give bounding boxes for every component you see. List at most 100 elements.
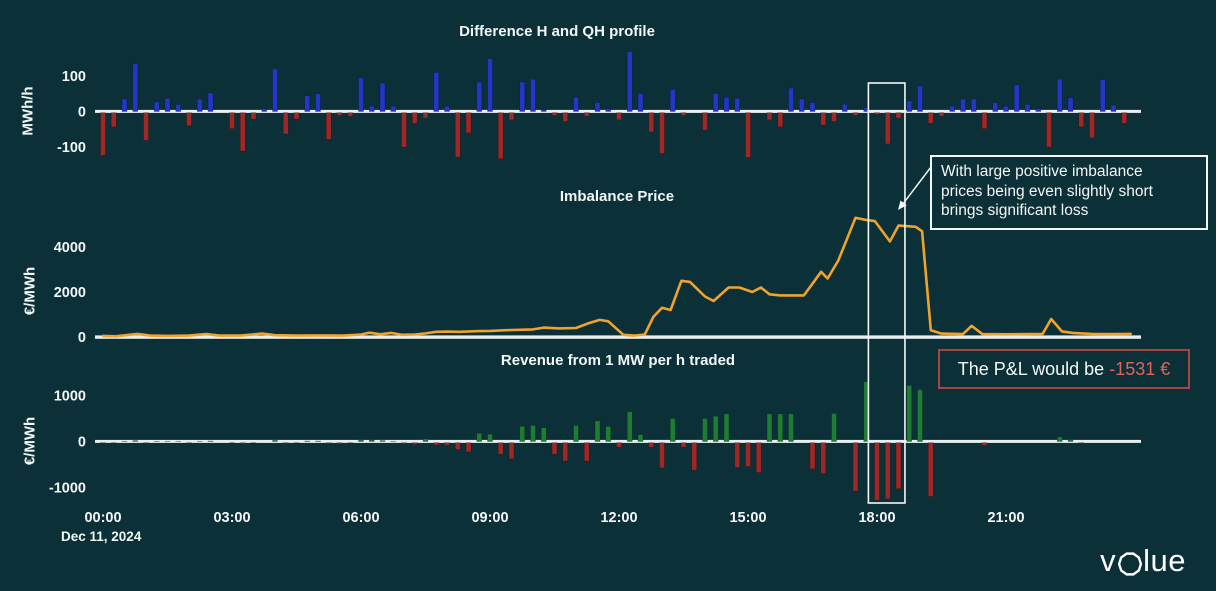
bar-negative <box>660 113 665 154</box>
bar-positive <box>595 103 600 112</box>
bar-positive <box>907 385 912 441</box>
bar-negative <box>552 113 557 116</box>
bar-negative <box>230 443 235 444</box>
bar-negative <box>552 443 557 455</box>
bar-positive <box>380 441 385 442</box>
bar-positive <box>133 64 138 112</box>
bar-positive <box>122 99 127 111</box>
bar-negative <box>101 443 106 444</box>
bar-positive <box>133 441 138 442</box>
axis-date-label: Dec 11, 2024 <box>61 529 141 544</box>
bar-positive <box>1068 98 1073 111</box>
bar-positive <box>1068 440 1073 441</box>
bar-negative <box>402 443 407 444</box>
bar-negative <box>692 443 697 471</box>
bar-negative <box>584 443 589 461</box>
volue-logo-text-v: v <box>1100 543 1116 579</box>
bar-negative <box>1047 113 1052 147</box>
chart-title-difference: Difference H and QH profile <box>459 23 655 40</box>
bar-positive <box>369 440 374 442</box>
bar-positive <box>1014 85 1019 112</box>
bar-negative <box>455 443 460 450</box>
bar-positive <box>778 414 783 442</box>
bar-positive <box>520 82 525 111</box>
bar-positive <box>423 439 428 442</box>
bar-positive <box>842 104 847 111</box>
bar-negative <box>326 443 331 444</box>
bar-positive <box>606 426 611 441</box>
bar-positive <box>810 103 815 112</box>
bar-negative <box>875 113 880 115</box>
bar-positive <box>971 99 976 111</box>
bar-negative <box>982 443 987 446</box>
bar-negative <box>294 113 299 119</box>
bar-negative <box>337 113 342 116</box>
bar-negative <box>939 113 944 117</box>
bar-negative <box>649 113 654 132</box>
bar-positive <box>1111 105 1116 111</box>
bar-positive <box>531 79 536 111</box>
bar-positive <box>724 414 729 442</box>
bar-negative <box>896 443 901 489</box>
bar-positive <box>488 434 493 441</box>
bar-negative <box>412 113 417 124</box>
bar-negative <box>240 443 245 444</box>
bar-positive <box>165 98 170 111</box>
volue-logo: v lue <box>1100 543 1186 579</box>
bar-positive <box>574 425 579 441</box>
y-tick-label: 0 <box>78 330 86 346</box>
bar-negative <box>509 443 514 459</box>
bar-negative <box>746 443 751 467</box>
bar-negative <box>466 113 471 133</box>
annotation-line-3: brings significant loss <box>941 201 1197 221</box>
y-tick-label: 100 <box>62 69 86 85</box>
bar-negative <box>230 113 235 129</box>
bar-negative <box>283 113 288 134</box>
bar-positive <box>735 98 740 111</box>
bar-positive <box>369 106 374 111</box>
bar-positive <box>832 413 837 441</box>
y-axis-unit-eur-mwh-price: €/MWh <box>22 267 39 315</box>
y-axis-unit-mwh: MWh/h <box>20 86 37 135</box>
bar-negative <box>649 443 654 448</box>
bar-negative <box>455 113 460 157</box>
bar-positive <box>488 59 493 112</box>
bar-negative <box>885 443 890 499</box>
bar-negative <box>810 443 815 469</box>
bar-positive <box>391 106 396 111</box>
x-tick-label: 00:00 <box>84 510 121 526</box>
bar-negative <box>660 443 665 468</box>
charts-canvas: 1000-10040002000010000-100000:0003:0006:… <box>0 0 1216 591</box>
annotation-box: With large positive imbalance prices bei… <box>930 155 1208 230</box>
bar-positive <box>961 99 966 111</box>
bar-positive <box>638 435 643 442</box>
y-tick-label: -100 <box>57 140 86 156</box>
bar-positive <box>789 88 794 111</box>
bar-negative <box>111 113 116 127</box>
bar-positive <box>176 104 181 111</box>
bar-positive <box>993 103 998 112</box>
bar-negative <box>466 443 471 452</box>
x-tick-label: 21:00 <box>987 510 1024 526</box>
bar-negative <box>283 443 288 444</box>
bar-positive <box>477 433 482 441</box>
bar-positive <box>789 414 794 442</box>
bar-negative <box>885 113 890 144</box>
bar-positive <box>154 102 159 112</box>
bar-positive <box>907 101 912 112</box>
bar-negative <box>348 113 353 117</box>
y-tick-label: 0 <box>78 105 86 121</box>
bar-negative <box>412 443 417 445</box>
bar-positive <box>627 52 632 112</box>
bar-positive <box>670 89 675 111</box>
bar-negative <box>1079 113 1084 127</box>
bar-positive <box>767 414 772 442</box>
pnl-text: The P&L would be <box>958 359 1109 380</box>
bar-negative <box>746 113 751 158</box>
bar-negative <box>928 113 933 124</box>
bar-positive <box>724 97 729 111</box>
bar-positive <box>1025 104 1030 111</box>
bar-negative <box>896 113 901 118</box>
bar-positive <box>541 110 546 112</box>
bar-negative <box>498 443 503 455</box>
